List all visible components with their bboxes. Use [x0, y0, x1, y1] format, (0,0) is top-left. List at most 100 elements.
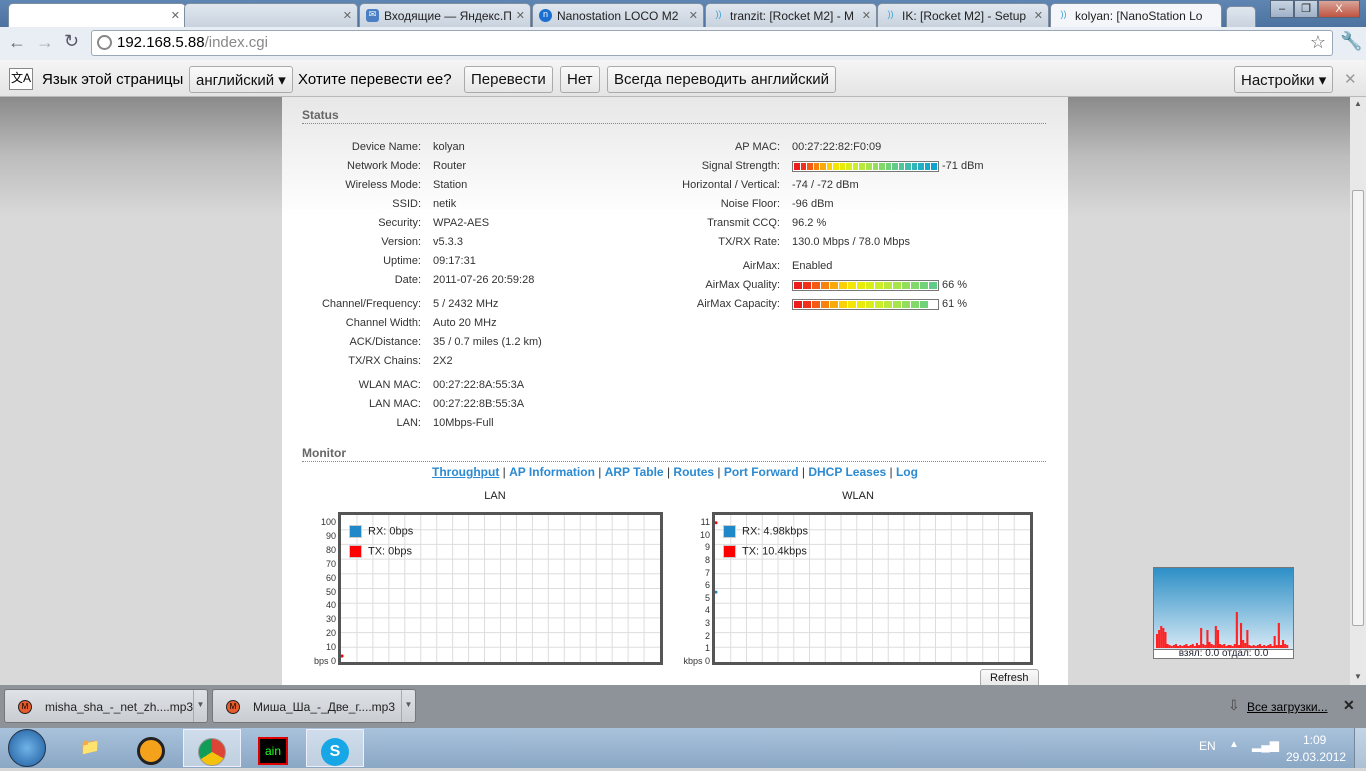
download-item[interactable]: M Миша_Ша_-_Две_г....mp3 ▼ — [212, 689, 416, 723]
level-bar — [792, 161, 939, 172]
taskbar: 📁 ain S EN ▲ ▂▄▆ 1:09 29.03.2012 — [0, 728, 1366, 768]
tab-2[interactable]: ✕ — [184, 3, 358, 27]
wifi-icon: )) — [1060, 9, 1067, 19]
tray-expand-icon[interactable]: ▲ — [1229, 739, 1239, 750]
tab-yandex-mail[interactable]: ✉ Входящие — Яндекс.П ✕ — [359, 3, 531, 27]
bar-segment — [813, 163, 820, 170]
traffic-bar — [1174, 644, 1177, 648]
legend-rx: RX: 4.98kbps — [723, 525, 808, 538]
monitor-link-arp-table[interactable]: ARP Table — [605, 465, 664, 479]
new-tab-button[interactable] — [1226, 6, 1256, 27]
clock-date[interactable]: 29.03.2012 — [1286, 750, 1346, 764]
traffic-bar — [1271, 646, 1274, 648]
wrench-icon[interactable]: 🔧 — [1340, 31, 1362, 52]
monitor-link-ap-information[interactable]: AP Information — [509, 465, 595, 479]
close-icon[interactable]: ✕ — [343, 9, 352, 22]
scroll-up-icon[interactable]: ▲ — [1354, 99, 1362, 108]
close-icon[interactable]: ✕ — [1343, 697, 1355, 714]
maximize-button[interactable]: ❐ — [1294, 0, 1318, 18]
level-bar — [792, 299, 939, 310]
monitor-link-log[interactable]: Log — [896, 465, 918, 479]
close-icon[interactable]: ✕ — [171, 9, 180, 22]
bookmark-star-icon[interactable]: ☆ — [1310, 32, 1326, 53]
minimize-button[interactable]: – — [1270, 0, 1294, 18]
status-value: Enabled — [792, 260, 833, 272]
no-button[interactable]: Нет — [560, 66, 600, 93]
bar-segment — [931, 163, 938, 170]
tab-nanostation[interactable]: n Nanostation LOCO M2 ✕ — [532, 3, 704, 27]
y-tick-label: 50 — [325, 586, 336, 597]
bar-segment — [803, 282, 811, 289]
back-icon[interactable]: ← — [8, 32, 26, 53]
series-point-tx — [340, 654, 344, 658]
language-select[interactable]: английский ▾ — [189, 66, 293, 93]
traffic-bar — [1216, 630, 1219, 648]
bar-segment — [839, 301, 847, 308]
y-tick-label: 1 — [704, 643, 710, 654]
chevron-down-icon[interactable]: ▼ — [193, 690, 207, 722]
download-item[interactable]: Mmisha_sha_-_net_zh....mp3 ▼ — [4, 689, 208, 723]
status-label: Network Mode: — [347, 160, 421, 172]
bar-segment — [879, 163, 885, 170]
network-signal-icon[interactable]: ▂▄▆ — [1252, 738, 1279, 752]
translate-button[interactable]: Перевести — [464, 66, 553, 93]
skype-icon[interactable]: S — [306, 729, 364, 767]
wifi-icon: )) — [887, 9, 894, 19]
close-icon[interactable]: ✕ — [1034, 9, 1043, 22]
aimp-icon[interactable] — [122, 729, 180, 767]
chrome-icon[interactable] — [183, 729, 241, 767]
status-label: AP MAC: — [734, 141, 780, 153]
page-scrollbar[interactable]: ▲ ▼ — [1350, 97, 1366, 685]
address-bar[interactable]: 192.168.5.88/index.cgi ☆ — [91, 30, 1333, 56]
close-icon[interactable]: ✕ — [689, 9, 698, 22]
bar-segment — [830, 301, 838, 308]
traffic-bar — [1279, 645, 1282, 648]
bar-segment — [803, 301, 811, 308]
y-tick-label: 20 — [325, 628, 336, 639]
traffic-bar — [1160, 626, 1163, 648]
translate-icon: 文A — [9, 68, 33, 90]
close-window-button[interactable]: X — [1318, 0, 1360, 18]
all-downloads-link[interactable]: Все загрузки... — [1247, 700, 1328, 714]
explorer-icon[interactable]: 📁 — [61, 729, 119, 767]
monitor-link-routes[interactable]: Routes — [673, 465, 714, 479]
settings-button[interactable]: Настройки ▾ — [1234, 66, 1334, 93]
scrollbar-thumb[interactable] — [1352, 190, 1364, 626]
close-icon[interactable]: ✕ — [1344, 70, 1357, 88]
tab-kolyan[interactable]: )) kolyan: [NanoStation Lo — [1050, 3, 1222, 27]
forward-icon[interactable]: → — [36, 32, 54, 53]
chevron-down-icon[interactable]: ▼ — [401, 690, 415, 722]
status-value: 66 % — [942, 279, 968, 291]
status-value: Station — [433, 179, 468, 191]
status-label: SSID: — [392, 198, 421, 210]
monitor-link-port-forward[interactable]: Port Forward — [724, 465, 799, 479]
tab-ik[interactable]: )) IK: [Rocket M2] - Setup ✕ — [877, 3, 1049, 27]
legend-tx: TX: 0bps — [349, 545, 412, 558]
status-label: LAN: — [396, 417, 421, 429]
scroll-down-icon[interactable]: ▼ — [1354, 672, 1362, 681]
status-label: Wireless Mode: — [345, 179, 421, 191]
reload-icon[interactable]: ↻ — [64, 31, 79, 52]
traffic-bar — [1240, 623, 1243, 648]
monitor-link-dhcp-leases[interactable]: DHCP Leases — [808, 465, 886, 479]
input-language[interactable]: EN — [1199, 739, 1216, 753]
tab-1[interactable]: ✕ — [8, 3, 186, 27]
monitor-link-throughput[interactable]: Throughput — [432, 465, 499, 479]
bar-segment — [924, 163, 931, 170]
always-translate-button[interactable]: Всегда переводить английский — [607, 66, 836, 93]
tab-tranzit[interactable]: )) tranzit: [Rocket M2] - M ✕ — [705, 3, 877, 27]
y-tick-label: 11 — [700, 517, 710, 527]
tab-label: tranzit: [Rocket M2] - M — [730, 9, 855, 23]
bar-segment — [812, 301, 820, 308]
show-desktop-button[interactable] — [1354, 728, 1366, 768]
status-section-title: Status — [302, 108, 1046, 124]
cain-icon[interactable]: ain — [244, 729, 302, 767]
close-icon[interactable]: ✕ — [516, 9, 525, 22]
status-label: Transmit CCQ: — [707, 217, 780, 229]
close-icon[interactable]: ✕ — [862, 9, 871, 22]
status-value: Auto 20 MHz — [433, 317, 497, 329]
clock-time[interactable]: 1:09 — [1303, 733, 1326, 747]
bar-segment — [852, 163, 859, 170]
start-button[interactable] — [8, 729, 46, 767]
status-value: -71 dBm — [942, 160, 984, 172]
